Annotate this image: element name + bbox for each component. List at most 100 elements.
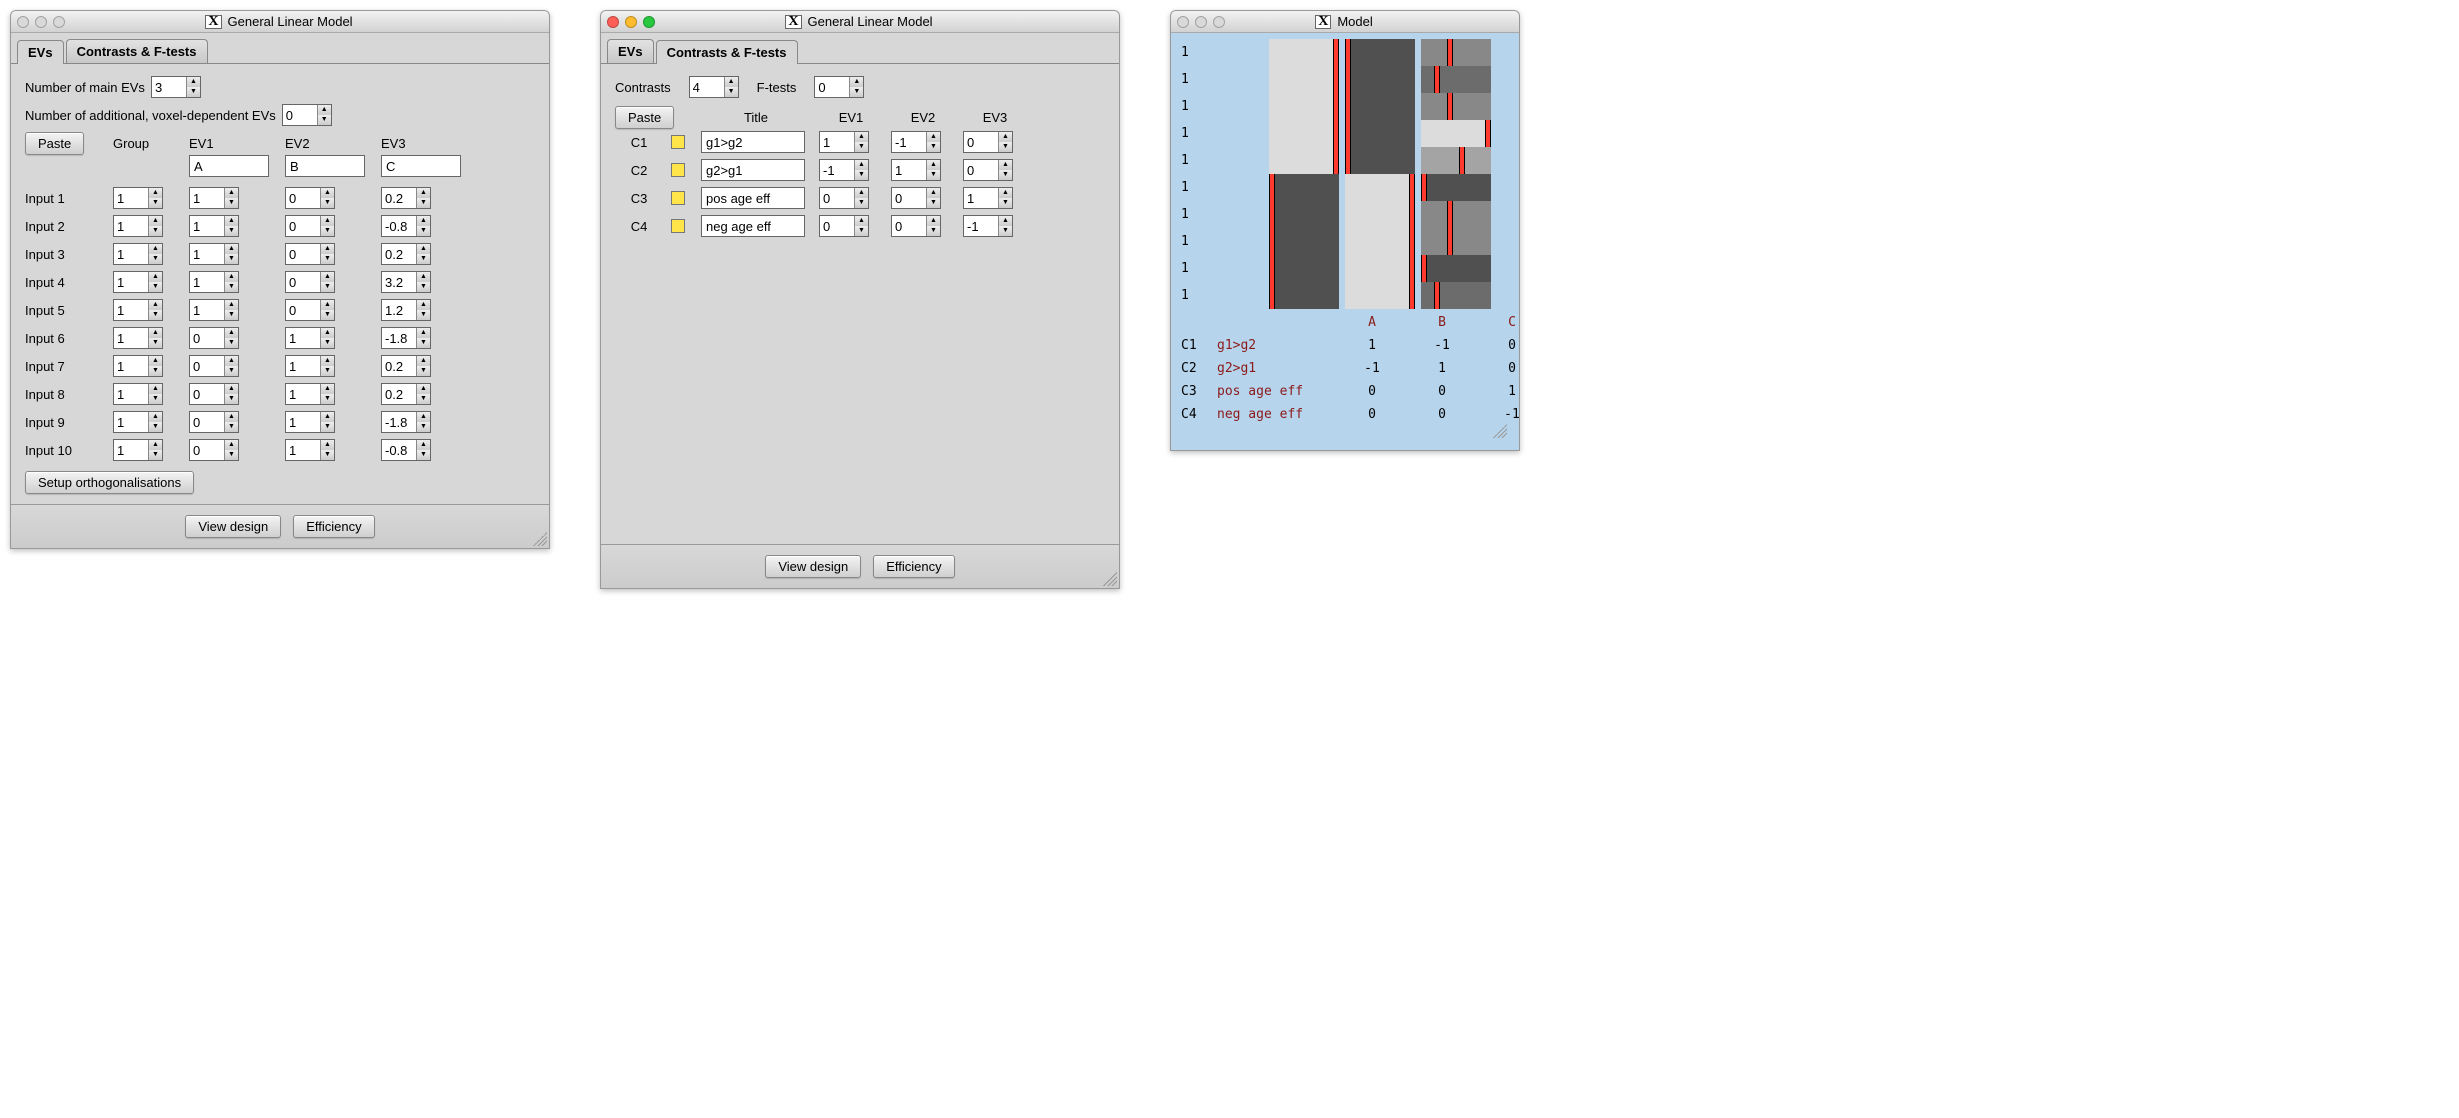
ev1-spin-0-input[interactable]	[190, 188, 224, 208]
spin-down-icon[interactable]: ▼	[417, 226, 430, 236]
ev3-spin-7-input[interactable]	[382, 384, 416, 404]
num-voxel-evs-spin[interactable]: ▲▼	[282, 104, 332, 126]
spin-up-icon[interactable]: ▲	[855, 216, 868, 226]
spin-up-icon[interactable]: ▲	[321, 384, 334, 394]
resize-grip-icon[interactable]	[1493, 424, 1507, 438]
group-spin-0-input[interactable]	[114, 188, 148, 208]
spin-up-icon[interactable]: ▲	[417, 300, 430, 310]
ftests-count-input[interactable]	[815, 77, 849, 97]
spin-down-icon[interactable]: ▼	[417, 338, 430, 348]
group-spin-4-input[interactable]	[114, 300, 148, 320]
group-spin-2-input[interactable]	[114, 244, 148, 264]
group-spin-0[interactable]: ▲▼	[113, 187, 163, 209]
ev1-name-input[interactable]	[189, 155, 269, 177]
ev3-spin-5-input[interactable]	[382, 328, 416, 348]
spin-down-icon[interactable]: ▼	[321, 422, 334, 432]
ev2-spin-1-input[interactable]	[286, 216, 320, 236]
ev2-spin-4[interactable]: ▲▼	[285, 299, 335, 321]
spin-down-icon[interactable]: ▼	[927, 198, 940, 208]
group-spin-4[interactable]: ▲▼	[113, 299, 163, 321]
c3-ev1-input[interactable]	[820, 216, 854, 236]
group-spin-5[interactable]: ▲▼	[113, 327, 163, 349]
spin-down-icon[interactable]: ▼	[999, 142, 1012, 152]
ev3-spin-9[interactable]: ▲▼	[381, 439, 431, 461]
spin-down-icon[interactable]: ▼	[321, 198, 334, 208]
c0-ev3[interactable]: ▲▼	[963, 131, 1013, 153]
spin-up-icon[interactable]: ▲	[417, 440, 430, 450]
spin-up-icon[interactable]: ▲	[225, 188, 238, 198]
spin-up-icon[interactable]: ▲	[321, 300, 334, 310]
ev3-name-input[interactable]	[381, 155, 461, 177]
ev3-spin-8-input[interactable]	[382, 412, 416, 432]
group-spin-1-input[interactable]	[114, 216, 148, 236]
spin-up-icon[interactable]: ▲	[850, 77, 863, 87]
ev2-spin-8-input[interactable]	[286, 412, 320, 432]
setup-orth-button[interactable]: Setup orthogonalisations	[25, 471, 194, 494]
spin-up-icon[interactable]: ▲	[225, 412, 238, 422]
ev1-spin-6-input[interactable]	[190, 356, 224, 376]
resize-grip-icon[interactable]	[533, 532, 547, 546]
contrasts-count-input[interactable]	[690, 77, 724, 97]
ev3-spin-2[interactable]: ▲▼	[381, 243, 431, 265]
c2-ev3[interactable]: ▲▼	[963, 187, 1013, 209]
c0-ev1-input[interactable]	[820, 132, 854, 152]
spin-down-icon[interactable]: ▼	[417, 422, 430, 432]
spin-up-icon[interactable]: ▲	[927, 216, 940, 226]
spin-up-icon[interactable]: ▲	[321, 356, 334, 366]
ev2-spin-5[interactable]: ▲▼	[285, 327, 335, 349]
spin-down-icon[interactable]: ▼	[417, 282, 430, 292]
ev1-spin-8[interactable]: ▲▼	[189, 411, 239, 433]
group-spin-1[interactable]: ▲▼	[113, 215, 163, 237]
group-spin-9[interactable]: ▲▼	[113, 439, 163, 461]
ev1-spin-0[interactable]: ▲▼	[189, 187, 239, 209]
ev2-spin-0-input[interactable]	[286, 188, 320, 208]
spin-up-icon[interactable]: ▲	[417, 356, 430, 366]
c0-ev3-input[interactable]	[964, 132, 998, 152]
contrast-title-input[interactable]	[701, 215, 805, 237]
display-swatch[interactable]	[671, 135, 685, 149]
spin-up-icon[interactable]: ▲	[417, 412, 430, 422]
spin-down-icon[interactable]: ▼	[417, 254, 430, 264]
spin-down-icon[interactable]: ▼	[417, 450, 430, 460]
spin-up-icon[interactable]: ▲	[225, 356, 238, 366]
spin-up-icon[interactable]: ▲	[225, 216, 238, 226]
spin-up-icon[interactable]: ▲	[927, 188, 940, 198]
spin-down-icon[interactable]: ▼	[417, 310, 430, 320]
spin-up-icon[interactable]: ▲	[855, 188, 868, 198]
spin-up-icon[interactable]: ▲	[927, 160, 940, 170]
spin-up-icon[interactable]: ▲	[149, 244, 162, 254]
spin-up-icon[interactable]: ▲	[149, 356, 162, 366]
c1-ev3-input[interactable]	[964, 160, 998, 180]
group-spin-8-input[interactable]	[114, 412, 148, 432]
spin-down-icon[interactable]: ▼	[417, 198, 430, 208]
c1-ev2-input[interactable]	[892, 160, 926, 180]
spin-down-icon[interactable]: ▼	[225, 226, 238, 236]
ev3-spin-3[interactable]: ▲▼	[381, 271, 431, 293]
ev2-spin-3[interactable]: ▲▼	[285, 271, 335, 293]
spin-up-icon[interactable]: ▲	[225, 272, 238, 282]
spin-up-icon[interactable]: ▲	[999, 160, 1012, 170]
contrast-title-input[interactable]	[701, 187, 805, 209]
spin-up-icon[interactable]: ▲	[149, 440, 162, 450]
spin-down-icon[interactable]: ▼	[321, 310, 334, 320]
spin-down-icon[interactable]: ▼	[725, 87, 738, 97]
tab-contrasts[interactable]: Contrasts & F-tests	[66, 39, 208, 63]
spin-down-icon[interactable]: ▼	[927, 142, 940, 152]
spin-down-icon[interactable]: ▼	[927, 226, 940, 236]
spin-up-icon[interactable]: ▲	[855, 160, 868, 170]
paste-button[interactable]: Paste	[615, 106, 674, 129]
group-spin-2[interactable]: ▲▼	[113, 243, 163, 265]
spin-down-icon[interactable]: ▼	[225, 254, 238, 264]
c0-ev1[interactable]: ▲▼	[819, 131, 869, 153]
spin-down-icon[interactable]: ▼	[225, 366, 238, 376]
spin-up-icon[interactable]: ▲	[417, 272, 430, 282]
c2-ev2[interactable]: ▲▼	[891, 187, 941, 209]
spin-up-icon[interactable]: ▲	[417, 328, 430, 338]
contrast-title-input[interactable]	[701, 131, 805, 153]
ev3-spin-8[interactable]: ▲▼	[381, 411, 431, 433]
ev2-spin-3-input[interactable]	[286, 272, 320, 292]
tab-contrasts[interactable]: Contrasts & F-tests	[656, 40, 798, 64]
ev3-spin-6[interactable]: ▲▼	[381, 355, 431, 377]
c1-ev2[interactable]: ▲▼	[891, 159, 941, 181]
spin-up-icon[interactable]: ▲	[149, 272, 162, 282]
